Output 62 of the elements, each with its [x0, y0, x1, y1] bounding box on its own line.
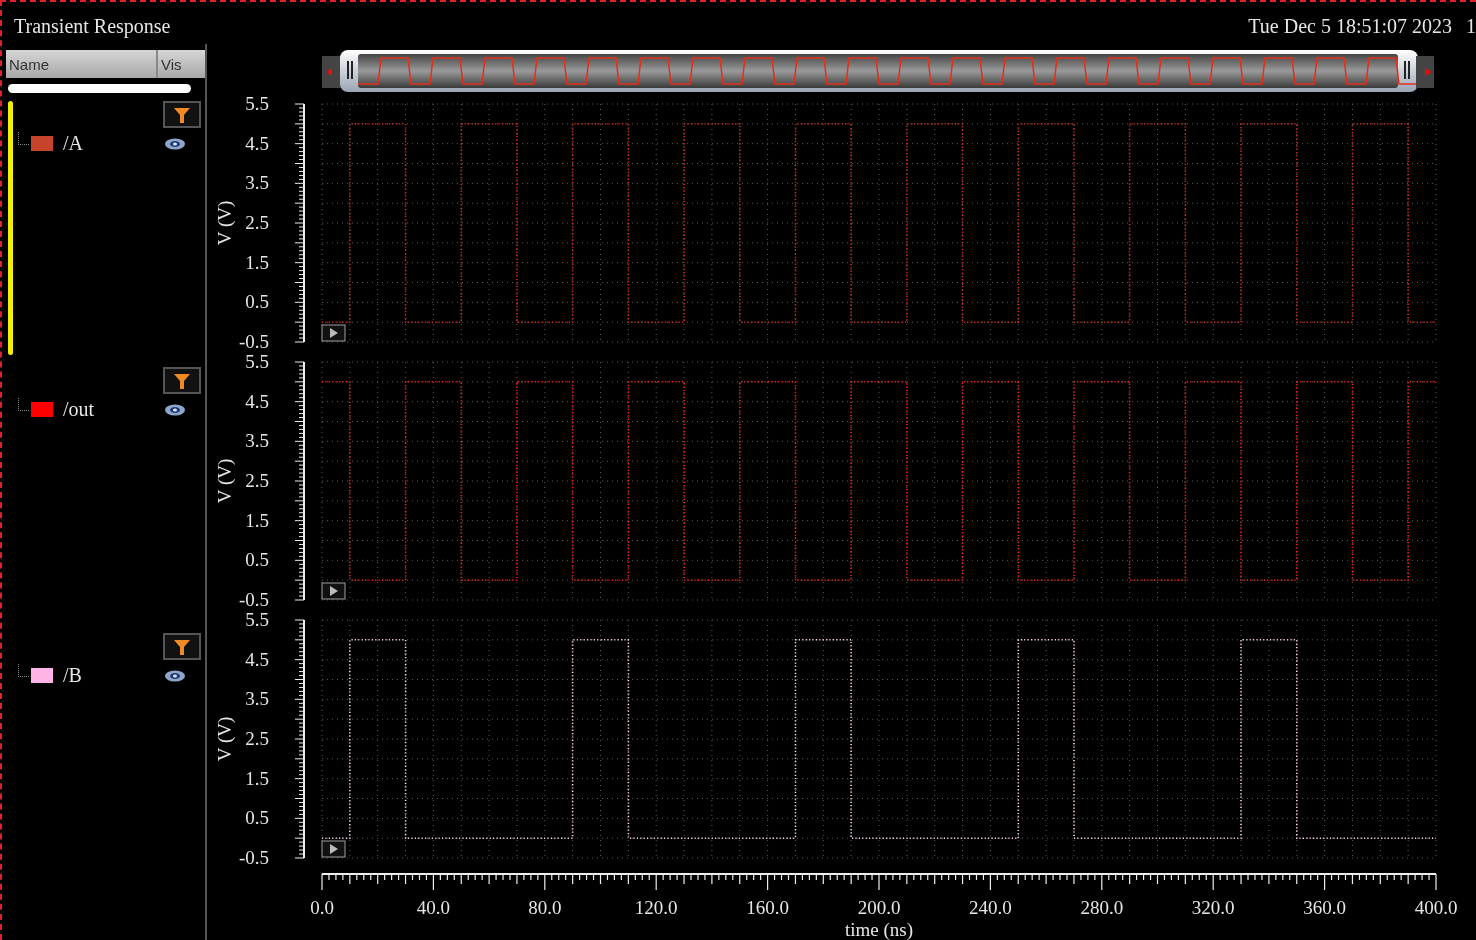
x-axis-label: time (ns) [844, 919, 914, 940]
y-axis-label: V (V) [214, 200, 235, 246]
y-tick-label: 0.5 [245, 807, 269, 829]
y-tick-label: 1.5 [245, 509, 269, 531]
filter-button[interactable] [163, 101, 201, 128]
x-tick-label: 0.0 [310, 897, 334, 918]
x-tick-label: 80.0 [528, 897, 562, 918]
signal-name[interactable]: /out [63, 398, 95, 421]
play-button[interactable] [321, 582, 346, 600]
x-tick-label: 280.0 [1080, 897, 1124, 918]
y-tick-label: 3.5 [245, 430, 269, 452]
play-button[interactable] [321, 324, 346, 342]
y-tick-label: 3.5 [245, 688, 269, 710]
x-tick-label: 40.0 [416, 897, 450, 918]
x-tick-label: 120.0 [634, 897, 678, 918]
y-tick-label: 5.5 [245, 351, 269, 372]
filter-button[interactable] [163, 633, 201, 660]
y-axis-label: V (V) [214, 716, 235, 762]
signal-name[interactable]: /B [63, 664, 82, 687]
y-tick-label: 2.5 [245, 212, 269, 233]
x-tick-label: 200.0 [857, 897, 901, 918]
funnel-icon [173, 371, 191, 390]
cut-text: 1 [1466, 14, 1476, 38]
y-tick-label: 2.5 [245, 470, 269, 491]
y-axis-label: V (V) [214, 458, 235, 504]
signal-name[interactable]: /A [63, 132, 83, 155]
eye-icon[interactable] [164, 402, 186, 417]
column-header[interactable]: Name [6, 50, 158, 78]
tree-connector [18, 664, 29, 677]
y-tick-label: 1.5 [245, 251, 269, 273]
overview-slider-drawing[interactable] [340, 50, 1419, 92]
window-title: Transient Response [14, 14, 171, 38]
x-tick-label: 240.0 [969, 897, 1012, 918]
tree-connector [18, 398, 29, 411]
y-tick-label: 3.5 [245, 172, 269, 194]
x-tick-label: 360.0 [1303, 897, 1346, 918]
y-tick-label: 0.5 [245, 549, 269, 571]
eye-icon[interactable] [164, 668, 186, 683]
y-tick-label: 0.5 [245, 291, 269, 313]
eye-icon[interactable] [164, 136, 186, 151]
x-tick-label: 160.0 [746, 897, 789, 918]
funnel-icon [173, 637, 191, 656]
y-tick-label: 4.5 [245, 132, 269, 154]
funnel-icon [173, 105, 191, 124]
play-button[interactable] [321, 840, 346, 858]
x-tick-label: 320.0 [1191, 897, 1235, 918]
y-tick-label: 4.5 [245, 390, 269, 412]
y-tick-label: 5.5 [245, 609, 269, 630]
filter-button[interactable] [163, 367, 201, 394]
x-tick-label: 400.0 [1414, 897, 1458, 918]
y-tick-label: -0.5 [238, 847, 269, 868]
column-header[interactable]: Vis [158, 50, 205, 78]
y-tick-label: 2.5 [245, 728, 269, 749]
y-tick-label: 4.5 [245, 648, 269, 670]
y-tick-label: -0.5 [238, 589, 269, 610]
y-tick-label: 5.5 [245, 93, 269, 114]
y-tick-label: -0.5 [238, 331, 269, 352]
scroll-bar[interactable] [8, 84, 191, 93]
timestamp: Tue Dec 5 18:51:07 2023 [1248, 14, 1452, 38]
y-tick-label: 1.5 [245, 767, 269, 789]
tree-connector [18, 132, 29, 145]
scroll-left-button[interactable] [322, 56, 342, 88]
